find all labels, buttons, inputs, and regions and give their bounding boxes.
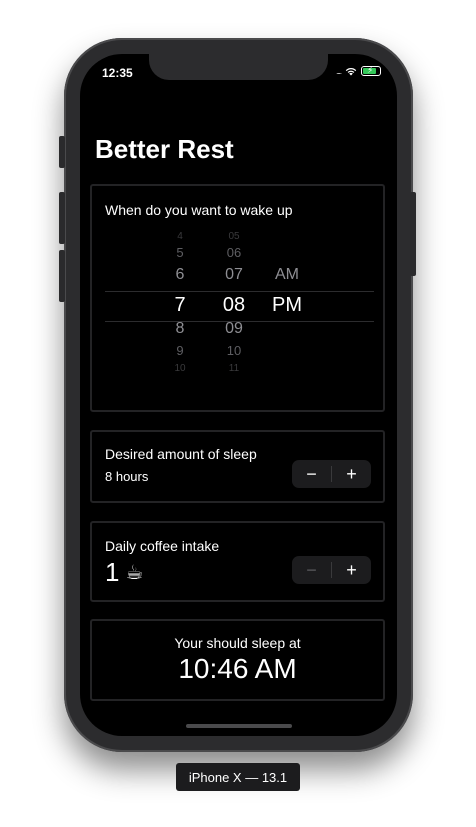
wake-up-card: When do you want to wake up 4 5 6 7 8 9 … — [90, 184, 385, 412]
picker-minute-item: 06 — [226, 245, 242, 260]
coffee-increment-button[interactable]: + — [332, 556, 371, 584]
picker-hour-item: 5 — [176, 245, 184, 260]
wake-time-picker[interactable]: 4 5 6 7 8 9 10 05 06 07 08 09 10 11 AM P… — [105, 231, 374, 381]
picker-minute-item: 11 — [228, 363, 240, 374]
coffee-cup-icon: ☕ — [125, 562, 144, 584]
sleep-amount-label: Desired amount of sleep — [105, 446, 257, 462]
coffee-intake-value: 1 — [105, 557, 120, 587]
picker-minute-item: 10 — [226, 343, 242, 358]
picker-hour-item: 8 — [175, 320, 185, 337]
sleep-increment-button[interactable]: + — [332, 460, 371, 488]
simulator-device-label: iPhone X — 13.1 — [176, 763, 300, 791]
sleep-amount-value: 8 hours — [105, 469, 149, 484]
picker-hour-item: 4 — [177, 231, 183, 242]
signal-dots: .... — [336, 66, 342, 76]
picker-minute-item: 09 — [225, 320, 243, 337]
sleep-amount-card: Desired amount of sleep 8 hours − + — [90, 430, 385, 503]
coffee-decrement-button[interactable]: − — [292, 556, 331, 584]
bolt-icon: ⚡ — [367, 65, 374, 75]
picker-hour-item: 10 — [174, 363, 186, 374]
picker-minute-item: 05 — [228, 231, 240, 242]
picker-minute-item: 07 — [225, 266, 243, 283]
volume-down-button — [59, 250, 65, 302]
picker-hour-selected: 7 — [174, 294, 186, 316]
sleep-decrement-button[interactable]: − — [292, 460, 331, 488]
home-indicator[interactable] — [186, 724, 292, 728]
picker-ampm-item: AM — [275, 266, 299, 283]
wake-up-label: When do you want to wake up — [105, 202, 293, 218]
result-time: 10:46 AM — [178, 653, 297, 684]
result-card: Your should sleep at 10:46 AM — [90, 619, 385, 701]
status-time: 12:35 — [102, 66, 133, 80]
coffee-stepper[interactable]: − + — [292, 556, 371, 584]
power-button — [410, 192, 416, 276]
status-icons: .... ⚡ — [336, 65, 381, 76]
picker-hour-item: 6 — [175, 266, 185, 283]
volume-up-button — [59, 192, 65, 244]
picker-minute-selected: 08 — [222, 294, 246, 316]
coffee-intake-value-row: 1 ☕ — [105, 557, 143, 588]
picker-ampm-selected: PM — [272, 294, 302, 316]
sleep-stepper[interactable]: − + — [292, 460, 371, 488]
coffee-intake-label: Daily coffee intake — [105, 538, 220, 554]
screen: 12:35 .... ⚡ Better Rest When do you wan… — [80, 54, 397, 736]
coffee-intake-card: Daily coffee intake 1 ☕ − + — [90, 521, 385, 602]
mute-switch — [59, 136, 65, 168]
result-label: Your should sleep at — [174, 635, 301, 651]
battery-charging-icon: ⚡ — [361, 65, 381, 76]
page-title: Better Rest — [95, 134, 234, 164]
wifi-icon — [345, 68, 357, 76]
notch — [149, 54, 328, 80]
picker-hour-item: 9 — [176, 343, 184, 358]
